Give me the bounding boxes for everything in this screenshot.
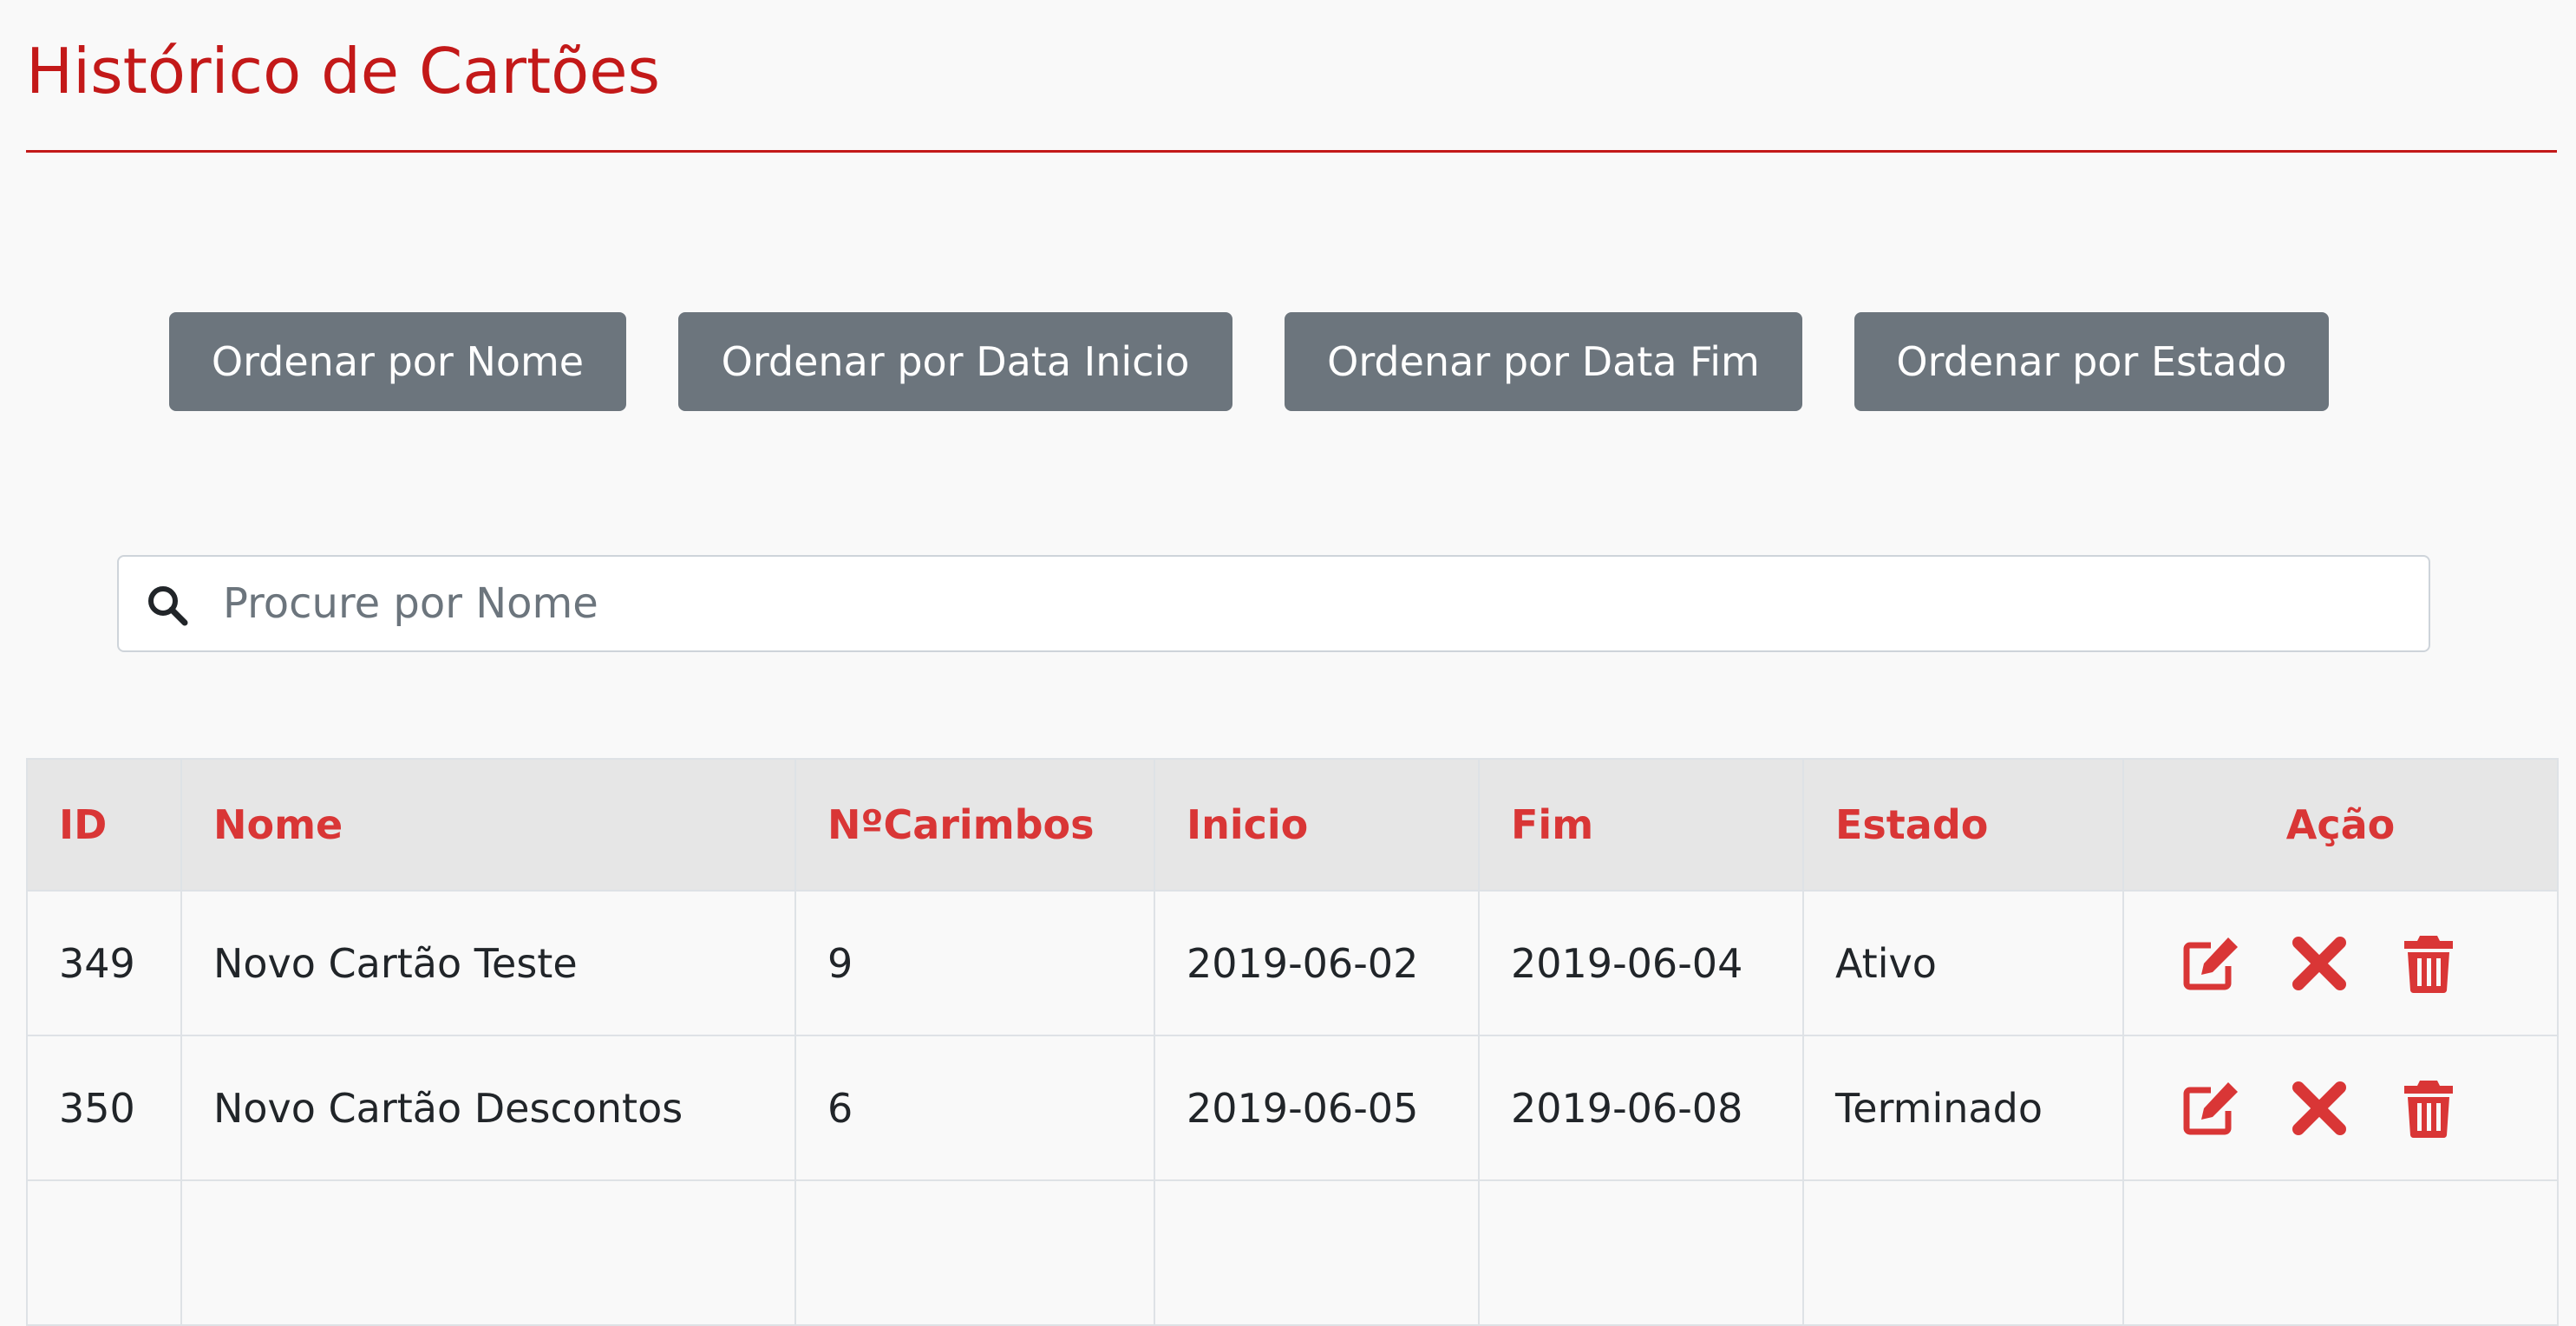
page-title: Histórico de Cartões	[26, 35, 661, 108]
edit-icon[interactable]	[2181, 933, 2242, 994]
cell-actions	[2122, 1035, 2559, 1181]
sort-by-status-button[interactable]: Ordenar por Estado	[1854, 312, 2329, 411]
cell-id	[26, 1179, 182, 1326]
cell-fim: 2019-06-08	[1478, 1035, 1804, 1181]
sort-by-start-date-button[interactable]: Ordenar por Data Inicio	[678, 312, 1232, 411]
search-icon	[145, 583, 190, 628]
header-carimbos[interactable]: NºCarimbos	[794, 758, 1155, 892]
cell-actions	[2122, 890, 2559, 1036]
close-icon[interactable]	[2289, 933, 2350, 994]
cell-carimbos	[794, 1179, 1155, 1326]
cell-fim: 2019-06-04	[1478, 890, 1804, 1036]
header-id[interactable]: ID	[26, 758, 182, 892]
header-fim[interactable]: Fim	[1478, 758, 1804, 892]
close-icon[interactable]	[2289, 1078, 2350, 1139]
cell-inicio: 2019-06-05	[1154, 1035, 1480, 1181]
cell-id: 349	[26, 890, 182, 1036]
trash-icon[interactable]	[2398, 1078, 2459, 1139]
cards-table: ID Nome NºCarimbos Inicio Fim Estado Açã…	[26, 758, 2559, 1326]
cell-estado	[1802, 1179, 2124, 1326]
table-row: 350 Novo Cartão Descontos 6 2019-06-05 2…	[26, 1035, 2559, 1181]
search-input[interactable]	[223, 557, 2391, 650]
cell-nome: Novo Cartão Descontos	[180, 1035, 796, 1181]
table-row: 349 Novo Cartão Teste 9 2019-06-02 2019-…	[26, 890, 2559, 1036]
cell-nome	[180, 1179, 796, 1326]
header-acao: Ação	[2122, 758, 2559, 892]
cell-inicio: 2019-06-02	[1154, 890, 1480, 1036]
table-row	[26, 1179, 2559, 1326]
cell-estado: Terminado	[1802, 1035, 2124, 1181]
title-divider	[26, 150, 2557, 153]
cell-nome: Novo Cartão Teste	[180, 890, 796, 1036]
cell-actions	[2122, 1179, 2559, 1326]
edit-icon[interactable]	[2181, 1078, 2242, 1139]
sort-by-name-button[interactable]: Ordenar por Nome	[169, 312, 626, 411]
cell-carimbos: 9	[794, 890, 1155, 1036]
cell-carimbos: 6	[794, 1035, 1155, 1181]
header-inicio[interactable]: Inicio	[1154, 758, 1480, 892]
cell-fim	[1478, 1179, 1804, 1326]
cell-id: 350	[26, 1035, 182, 1181]
sort-by-end-date-button[interactable]: Ordenar por Data Fim	[1285, 312, 1802, 411]
header-estado[interactable]: Estado	[1802, 758, 2124, 892]
trash-icon[interactable]	[2398, 933, 2459, 994]
header-nome[interactable]: Nome	[180, 758, 796, 892]
search-box	[117, 555, 2430, 652]
cell-inicio	[1154, 1179, 1480, 1326]
table-header-row: ID Nome NºCarimbos Inicio Fim Estado Açã…	[26, 758, 2559, 892]
cell-estado: Ativo	[1802, 890, 2124, 1036]
